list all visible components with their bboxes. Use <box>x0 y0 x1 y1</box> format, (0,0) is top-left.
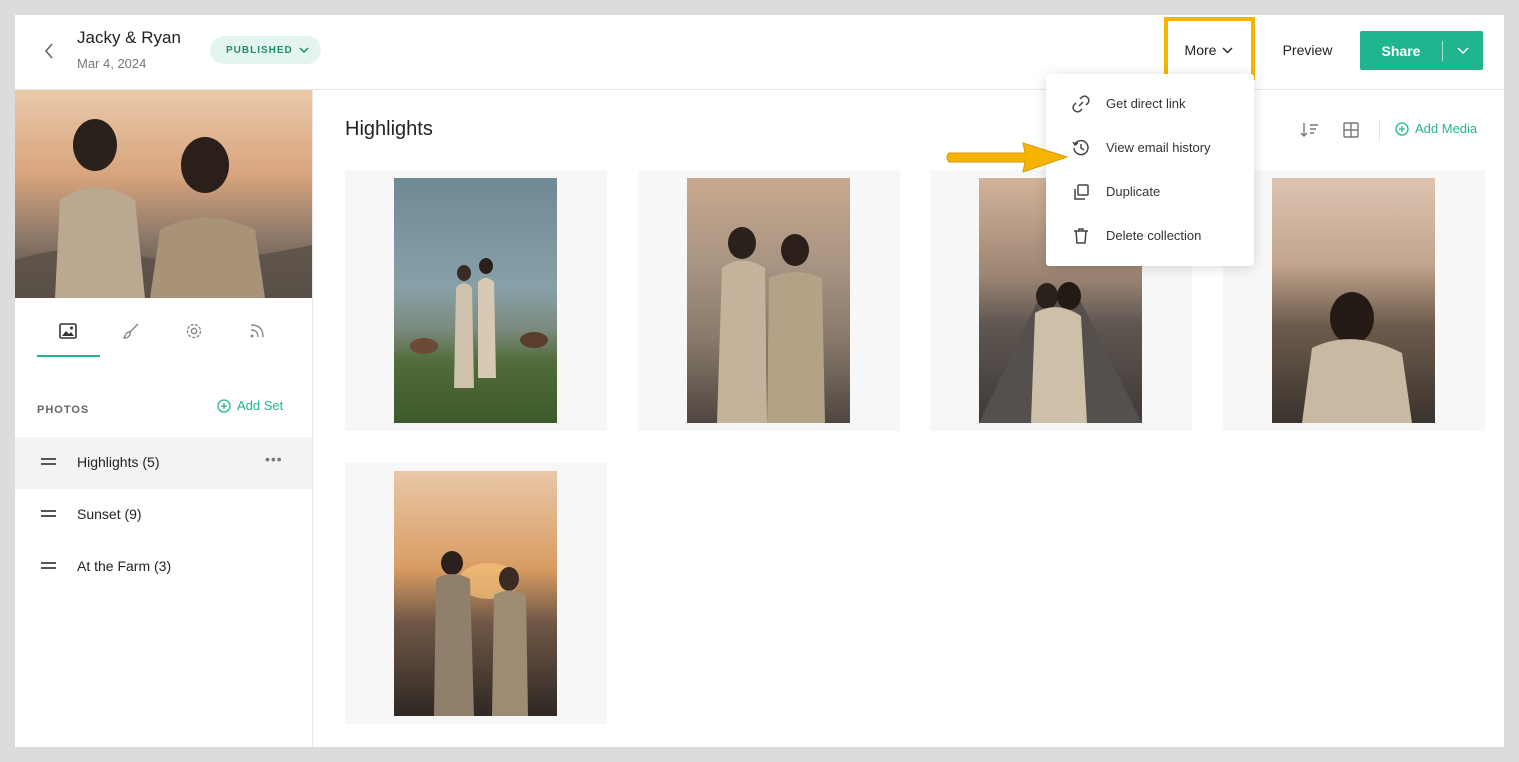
photo-thumbnail <box>687 178 850 423</box>
photo-thumbnail <box>394 178 557 423</box>
annotation-arrow-icon <box>946 142 1069 173</box>
tab-settings[interactable] <box>179 316 209 346</box>
drag-handle-icon[interactable] <box>41 562 56 571</box>
image-icon <box>59 323 77 339</box>
app-window: Jacky & Ryan Mar 4, 2024 PUBLISHED More … <box>15 15 1504 747</box>
add-media-button[interactable]: Add Media <box>1395 121 1477 136</box>
more-dropdown-menu: Get direct link View email history Dupli… <box>1046 74 1254 266</box>
link-icon <box>1070 93 1092 115</box>
collection-title: Jacky & Ryan <box>77 28 181 47</box>
toolbar-divider <box>1379 119 1380 141</box>
set-label: At the Farm (3) <box>77 558 172 574</box>
add-set-label: Add Set <box>237 398 284 413</box>
photo-card[interactable] <box>345 170 607 431</box>
tab-photos[interactable] <box>53 316 83 346</box>
history-icon <box>1070 137 1092 159</box>
annotation-highlight-box <box>1164 17 1255 80</box>
cover-image <box>15 119 312 298</box>
share-button-group: Share <box>1360 31 1483 70</box>
menu-item-delete-collection[interactable]: Delete collection <box>1046 214 1254 258</box>
set-item-highlights[interactable]: Highlights (5) ••• <box>15 437 312 489</box>
sidebar-tabs <box>15 298 312 358</box>
active-tab-indicator <box>37 355 100 357</box>
photo-card[interactable] <box>345 463 607 724</box>
sort-icon[interactable] <box>1299 119 1321 141</box>
gear-icon <box>186 323 202 339</box>
chevron-down-icon <box>299 47 309 53</box>
set-item-sunset[interactable]: Sunset (9) <box>15 489 312 541</box>
status-label: PUBLISHED <box>226 44 293 56</box>
menu-item-label: Delete collection <box>1106 228 1202 243</box>
set-title: Highlights <box>345 118 433 140</box>
plus-circle-icon <box>217 398 231 413</box>
photos-section-label: PHOTOS <box>37 404 90 416</box>
more-options-icon[interactable]: ••• <box>265 451 283 467</box>
photo-thumbnail <box>1272 178 1435 423</box>
chevron-left-icon <box>44 43 53 59</box>
duplicate-icon <box>1070 181 1092 203</box>
menu-item-view-email-history[interactable]: View email history <box>1046 126 1254 170</box>
menu-item-label: Duplicate <box>1106 184 1161 199</box>
set-item-at-the-farm[interactable]: At the Farm (3) <box>15 541 312 593</box>
photo-thumbnail <box>394 471 557 716</box>
brush-icon <box>122 323 139 339</box>
menu-item-label: View email history <box>1106 140 1211 155</box>
collection-date: Mar 4, 2024 <box>77 56 147 71</box>
top-bar: Jacky & Ryan Mar 4, 2024 PUBLISHED More … <box>15 15 1504 90</box>
photo-card[interactable] <box>638 170 900 431</box>
add-media-label: Add Media <box>1415 121 1478 136</box>
trash-icon <box>1070 225 1092 247</box>
share-options-button[interactable] <box>1443 47 1483 54</box>
menu-item-label: Get direct link <box>1106 96 1186 111</box>
cover-photo[interactable] <box>15 90 312 298</box>
grid-view-icon[interactable] <box>1340 119 1362 141</box>
status-badge[interactable]: PUBLISHED <box>210 36 321 64</box>
menu-item-get-direct-link[interactable]: Get direct link <box>1046 82 1254 126</box>
preview-button[interactable]: Preview <box>1270 35 1345 65</box>
drag-handle-icon[interactable] <box>41 458 56 467</box>
drag-handle-icon[interactable] <box>41 510 56 519</box>
set-label: Sunset (9) <box>77 506 142 522</box>
chevron-down-icon <box>1457 47 1469 54</box>
plus-circle-icon <box>1395 121 1409 136</box>
share-button[interactable]: Share <box>1360 43 1442 59</box>
add-set-button[interactable]: Add Set <box>217 398 283 413</box>
back-button[interactable] <box>37 39 61 63</box>
tab-design[interactable] <box>116 316 146 346</box>
rss-icon <box>250 324 264 338</box>
set-label: Highlights (5) <box>77 454 160 470</box>
menu-item-duplicate[interactable]: Duplicate <box>1046 170 1254 214</box>
tab-activity[interactable] <box>242 316 272 346</box>
sidebar: PHOTOS Add Set Highlights (5) ••• Sunset… <box>15 90 313 747</box>
photo-card[interactable] <box>1223 170 1485 431</box>
